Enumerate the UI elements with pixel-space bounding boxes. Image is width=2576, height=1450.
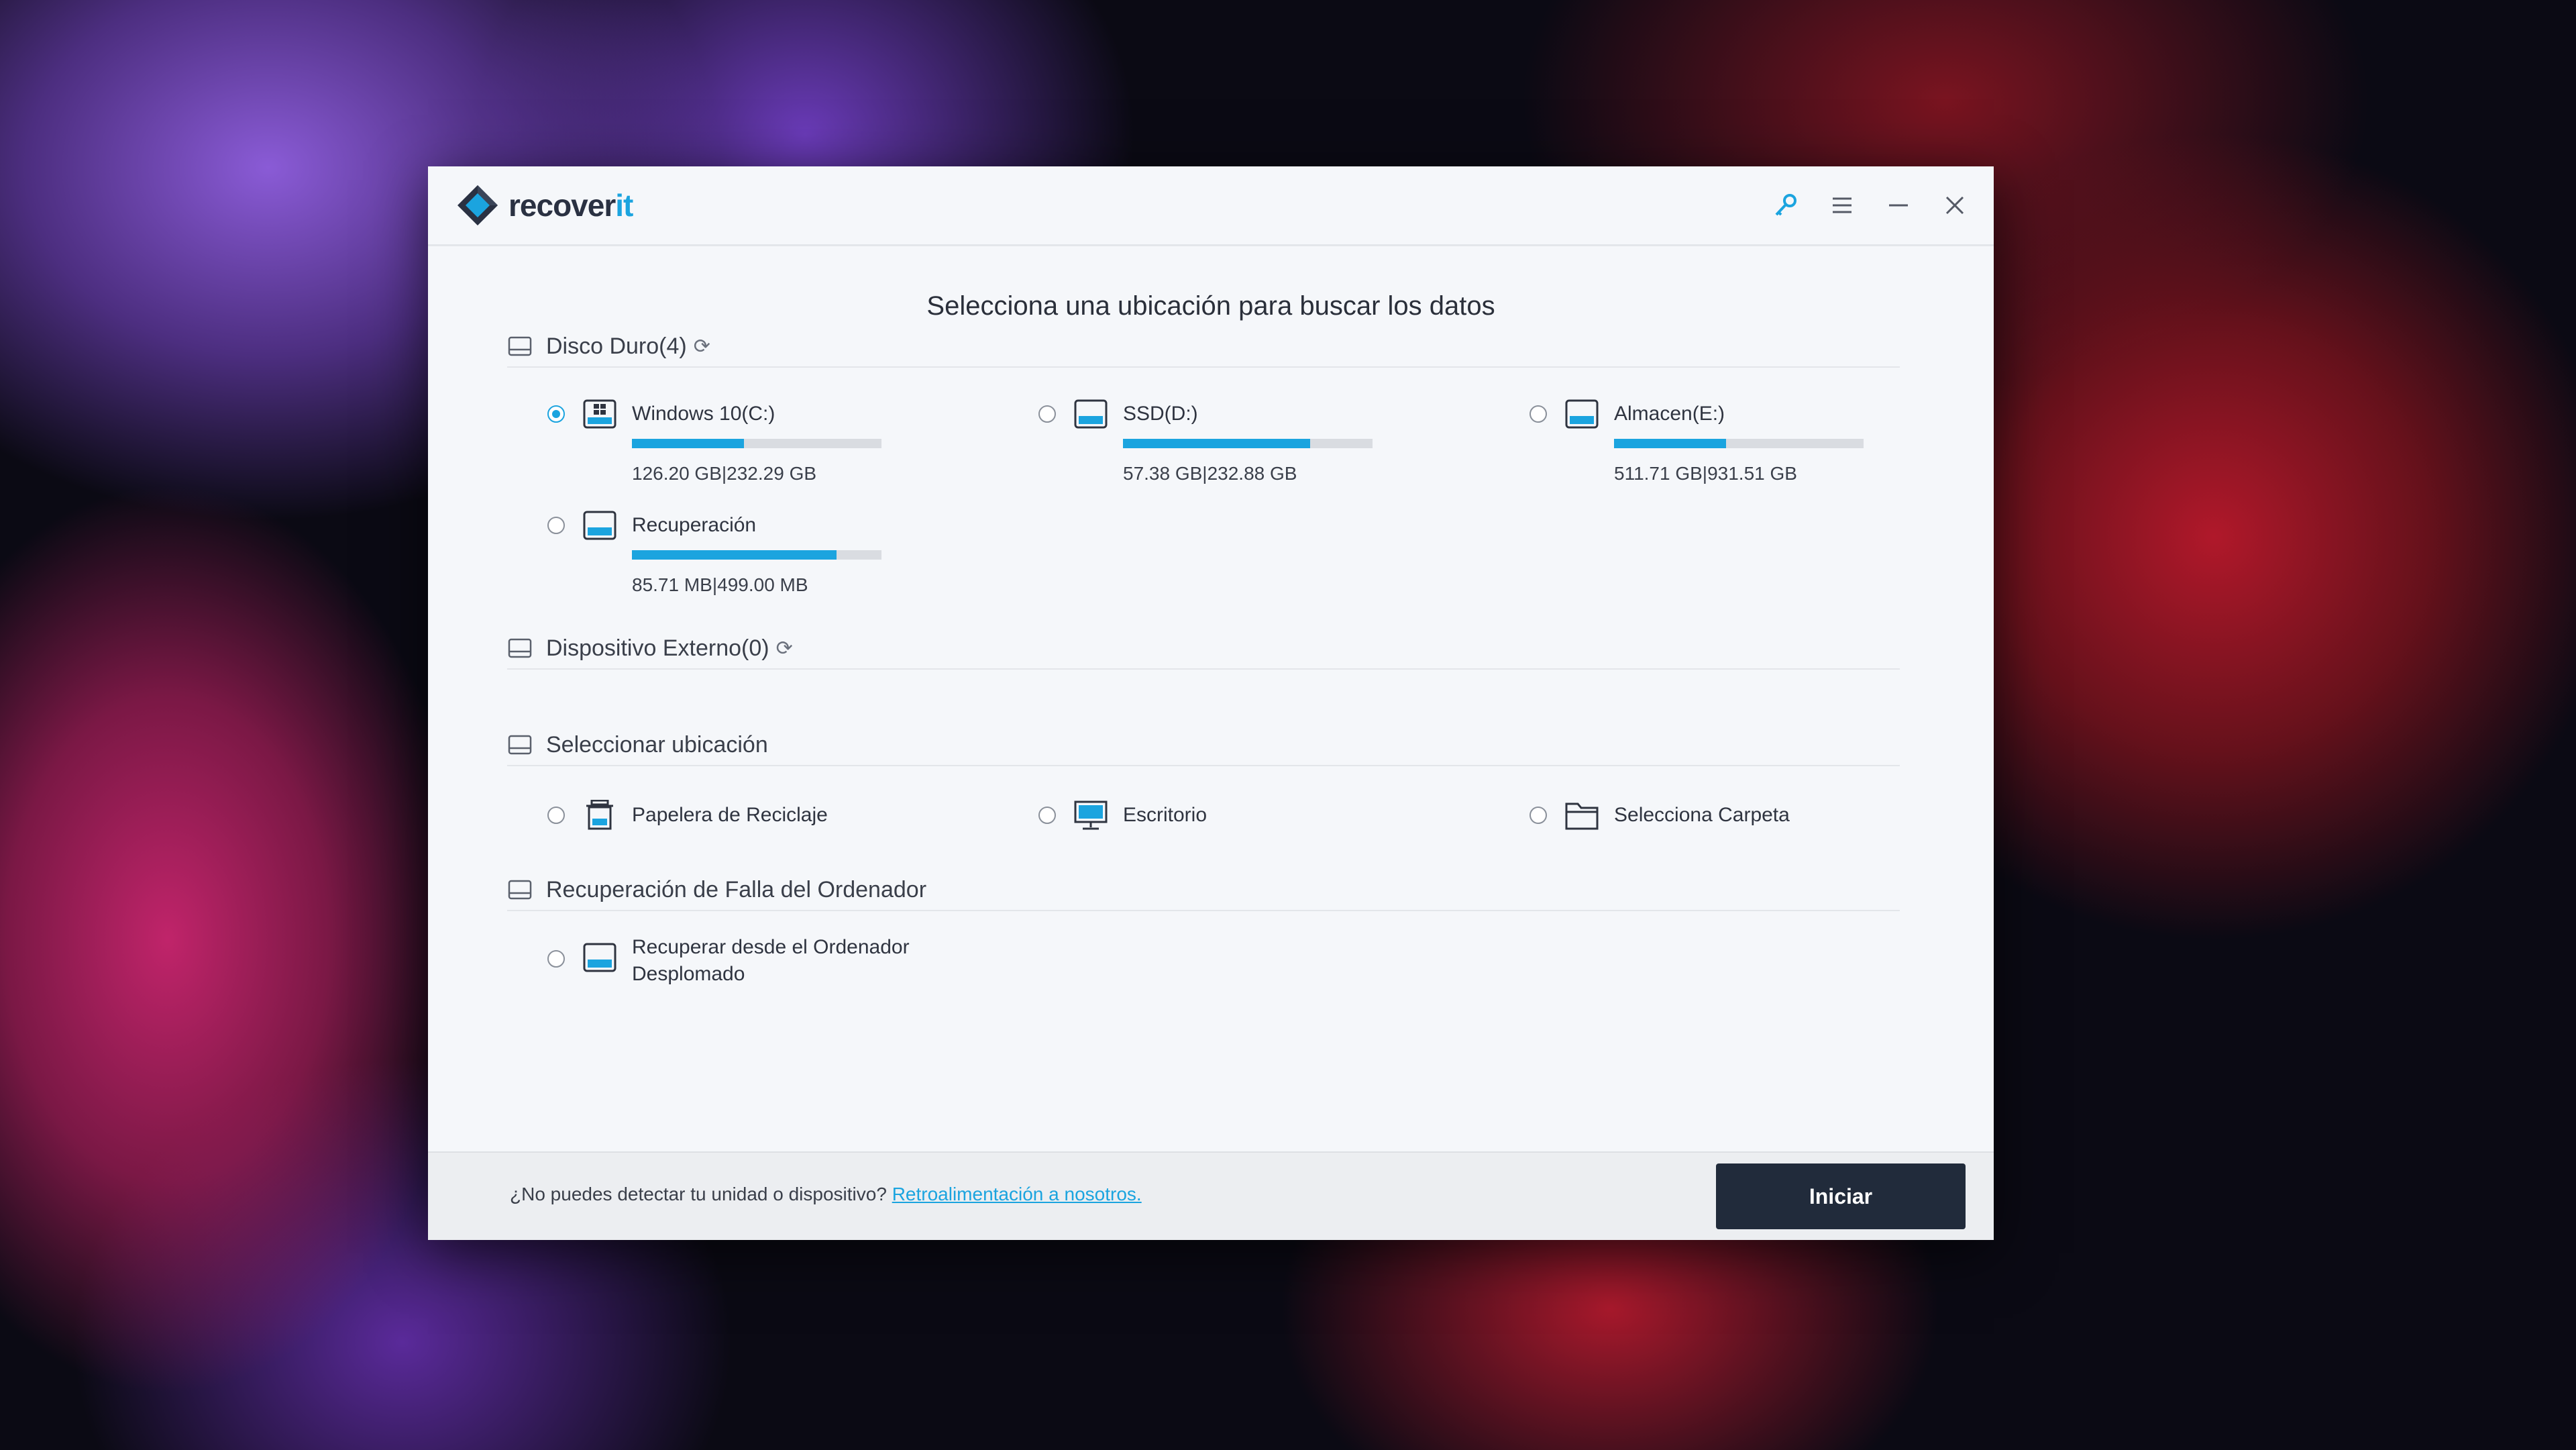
hard-disk-icon bbox=[508, 735, 532, 755]
section-crash-recovery: Recuperación de Falla del Ordenador bbox=[507, 870, 1900, 911]
folder-icon bbox=[1565, 802, 1599, 830]
hard-disk-icon bbox=[508, 336, 532, 356]
key-icon[interactable] bbox=[1767, 187, 1805, 224]
footer-help-text: ¿No puedes detectar tu unidad o disposit… bbox=[510, 1184, 1142, 1204]
location-select-folder[interactable]: Selecciona Carpeta bbox=[1529, 800, 1790, 831]
close-icon[interactable] bbox=[1936, 187, 1974, 224]
menu-icon[interactable] bbox=[1823, 187, 1861, 224]
feedback-link[interactable]: Retroalimentación a nosotros. bbox=[892, 1184, 1142, 1204]
hard-disk-icon bbox=[508, 638, 532, 658]
drive-c[interactable]: Windows 10(C:) 126.20 GB|232.29 GB bbox=[547, 399, 881, 484]
drive-recovery-usage-bar bbox=[632, 550, 881, 560]
crashed-computer-icon bbox=[583, 943, 616, 972]
drive-icon bbox=[583, 511, 616, 540]
drive-e-radio[interactable] bbox=[1529, 405, 1547, 423]
drive-d-usage-bar bbox=[1123, 439, 1373, 448]
crash-recovery-option[interactable]: Recuperar desde el Ordenador Desplomado bbox=[547, 934, 910, 988]
drive-d[interactable]: SSD(D:) 57.38 GB|232.88 GB bbox=[1038, 399, 1373, 484]
recoverit-logo-icon bbox=[458, 185, 498, 225]
recycle-bin-radio[interactable] bbox=[547, 807, 565, 824]
drive-e[interactable]: Almacen(E:) 511.71 GB|931.51 GB bbox=[1529, 399, 1864, 484]
page-title: Selecciona una ubicación para buscar los… bbox=[926, 291, 1495, 321]
section-external-device: Dispositivo Externo(0) ⟳ bbox=[507, 628, 1900, 670]
trash-icon bbox=[586, 800, 613, 830]
app-window: recoverit Selecciona una ubicación para … bbox=[428, 166, 1994, 1240]
section-hard-disk: Disco Duro(4) ⟳ bbox=[507, 326, 1900, 368]
drive-c-radio[interactable] bbox=[547, 405, 565, 423]
desktop-icon bbox=[1074, 800, 1108, 830]
title-bar: recoverit bbox=[428, 166, 1994, 246]
drive-recovery[interactable]: Recuperación 85.71 MB|499.00 MB bbox=[547, 510, 881, 596]
start-button[interactable]: Iniciar bbox=[1716, 1163, 1966, 1229]
windows-drive-icon bbox=[583, 399, 616, 429]
refresh-icon[interactable]: ⟳ bbox=[694, 335, 710, 358]
minimize-icon[interactable] bbox=[1880, 187, 1917, 224]
app-name: recoverit bbox=[508, 188, 633, 223]
drive-e-usage-bar bbox=[1614, 439, 1864, 448]
app-logo: recoverit bbox=[456, 184, 633, 227]
drive-c-usage-bar bbox=[632, 439, 881, 448]
location-desktop[interactable]: Escritorio bbox=[1038, 800, 1207, 831]
crash-recovery-radio[interactable] bbox=[547, 950, 565, 968]
refresh-icon[interactable]: ⟳ bbox=[776, 637, 793, 660]
drive-recovery-radio[interactable] bbox=[547, 517, 565, 534]
select-folder-radio[interactable] bbox=[1529, 807, 1547, 824]
location-recycle-bin[interactable]: Papelera de Reciclaje bbox=[547, 800, 828, 831]
section-select-location: Seleccionar ubicación bbox=[507, 725, 1900, 766]
drive-d-radio[interactable] bbox=[1038, 405, 1056, 423]
drive-icon bbox=[1074, 399, 1108, 429]
drive-icon bbox=[1565, 399, 1599, 429]
footer-bar: ¿No puedes detectar tu unidad o disposit… bbox=[428, 1151, 1994, 1240]
hard-disk-icon bbox=[508, 880, 532, 900]
desktop-radio[interactable] bbox=[1038, 807, 1056, 824]
